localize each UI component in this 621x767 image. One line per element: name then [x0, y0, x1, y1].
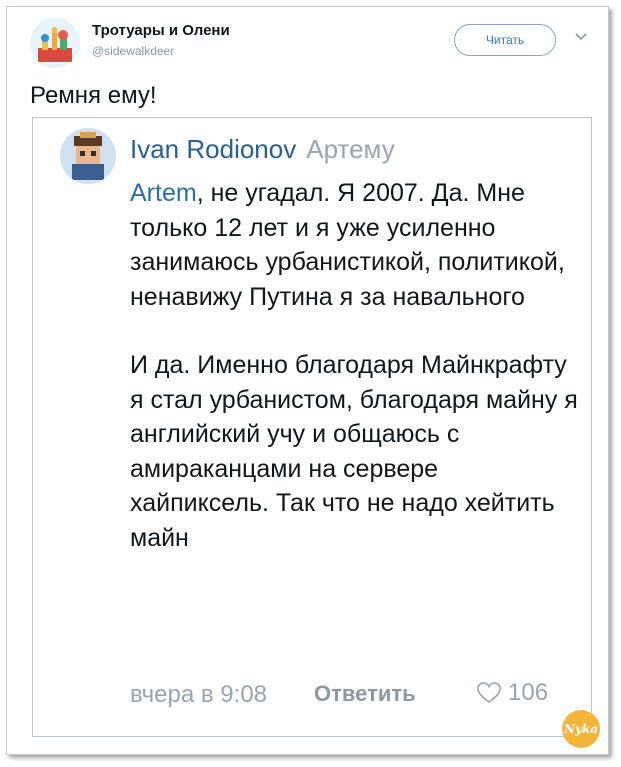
quoted-author-name[interactable]: Ivan Rodionov: [130, 134, 296, 164]
quoted-paragraph-2: И да. Именно благодаря Майнкрафту я стал…: [130, 351, 578, 552]
heart-icon: [477, 682, 501, 703]
quoted-header: Ivan Rodionov Артему: [130, 134, 395, 165]
chevron-down-icon[interactable]: [574, 30, 588, 44]
reply-to-label: Артему: [306, 134, 395, 164]
tweet-text: Ремня ему!: [30, 82, 157, 109]
account-handle[interactable]: @sidewalkdeer: [92, 44, 174, 58]
mention-link[interactable]: Artem: [130, 179, 197, 207]
pixel-avatar-icon: [60, 128, 116, 184]
quoted-body: Artem, не угадал. Я 2007. Да. Мне только…: [130, 176, 580, 555]
quoted-paragraph-1: Artem, не угадал. Я 2007. Да. Мне только…: [130, 176, 580, 314]
kremlin-avatar-icon: [30, 18, 80, 68]
timestamp[interactable]: вчера в 9:08: [130, 681, 267, 709]
quoted-footer: вчера в 9:08 Ответить 106: [130, 679, 548, 709]
follow-button[interactable]: Читать: [454, 24, 556, 56]
like-count: 106: [508, 679, 549, 706]
watermark-logo: Nyka: [562, 710, 600, 748]
quoted-author-avatar[interactable]: [60, 128, 116, 184]
like-button[interactable]: 106: [476, 679, 548, 707]
account-avatar[interactable]: [30, 18, 80, 68]
reply-button[interactable]: Ответить: [314, 681, 416, 707]
account-name[interactable]: Тротуары и Олени: [92, 22, 230, 39]
